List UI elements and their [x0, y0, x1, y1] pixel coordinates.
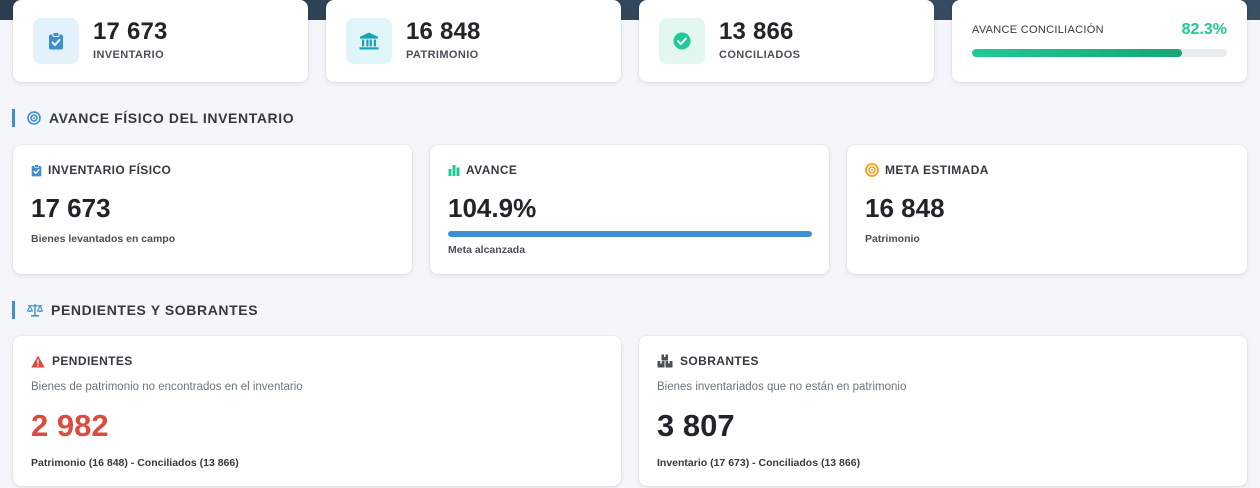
kpi-label: INVENTARIO [93, 49, 165, 61]
kpi-label: CONCILIADOS [719, 49, 801, 61]
kpi-card-patrimonio: 16 848 PATRIMONIO [326, 0, 621, 82]
bullseye-icon [865, 163, 879, 177]
card-title: PENDIENTES [52, 354, 133, 368]
pendientes-value: 2 982 [31, 408, 109, 443]
meta-caption: Patrimonio [865, 233, 920, 245]
clipboard-check-icon [33, 18, 79, 64]
section-title-text: AVANCE FÍSICO DEL INVENTARIO [49, 110, 295, 126]
card-meta-estimada: META ESTIMADA 16 848 Patrimonio [847, 145, 1247, 274]
warning-icon [31, 355, 45, 368]
check-circle-icon [659, 18, 705, 64]
card-pendientes: PENDIENTES Bienes de patrimonio no encon… [13, 336, 621, 486]
kpi-label: PATRIMONIO [406, 49, 479, 61]
card-sobrantes: SOBRANTES Bienes inventariados que no es… [639, 336, 1247, 486]
kpi-value: 17 673 [93, 18, 168, 45]
inventario-fisico-caption: Bienes levantados en campo [31, 233, 176, 245]
card-title: AVANCE [466, 163, 518, 177]
meta-value: 16 848 [865, 193, 945, 223]
sobrantes-value: 3 807 [657, 408, 735, 443]
conciliacion-percent: 82.3% [1181, 21, 1227, 38]
section-title-pendientes-sobrantes: PENDIENTES Y SOBRANTES [12, 301, 258, 319]
target-icon [27, 111, 41, 125]
kpi-value: 16 848 [406, 18, 481, 45]
balance-scale-icon [27, 303, 43, 317]
conciliacion-progress-track [972, 49, 1227, 57]
bar-chart-icon [448, 164, 460, 176]
card-title: SOBRANTES [680, 354, 759, 368]
avance-caption: Meta alcanzada [448, 244, 526, 256]
kpi-card-inventario: 17 673 INVENTARIO [13, 0, 308, 82]
avance-value: 104.9% [448, 193, 537, 223]
kpi-value: 13 866 [719, 18, 794, 45]
pendientes-formula: Patrimonio (16 848) - Conciliados (13 86… [31, 457, 239, 469]
sobrantes-description: Bienes inventariados que no están en pat… [657, 381, 907, 393]
clipboard-check-icon [31, 163, 42, 177]
bank-icon [346, 18, 392, 64]
section-title-text: PENDIENTES Y SOBRANTES [51, 302, 259, 318]
kpi-card-conciliados: 13 866 CONCILIADOS [639, 0, 934, 82]
card-avance: AVANCE 104.9% Meta alcanzada [430, 145, 829, 274]
sobrantes-formula: Inventario (17 673) - Conciliados (13 86… [657, 457, 861, 469]
inventario-fisico-value: 17 673 [31, 193, 111, 223]
avance-progress-fill [448, 231, 812, 237]
kpi-card-avance-conciliacion: AVANCE CONCILIACIÓN 82.3% [952, 0, 1247, 82]
conciliacion-label: AVANCE CONCILIACIÓN [972, 24, 1104, 36]
conciliacion-progress-fill [972, 49, 1182, 57]
section-title-avance-fisico: AVANCE FÍSICO DEL INVENTARIO [12, 109, 294, 127]
card-inventario-fisico: INVENTARIO FÍSICO 17 673 Bienes levantad… [13, 145, 412, 274]
card-title: META ESTIMADA [885, 163, 989, 177]
avance-progress-track [448, 231, 812, 237]
boxes-icon [657, 354, 673, 368]
card-title: INVENTARIO FÍSICO [48, 163, 172, 177]
pendientes-description: Bienes de patrimonio no encontrados en e… [31, 381, 303, 393]
